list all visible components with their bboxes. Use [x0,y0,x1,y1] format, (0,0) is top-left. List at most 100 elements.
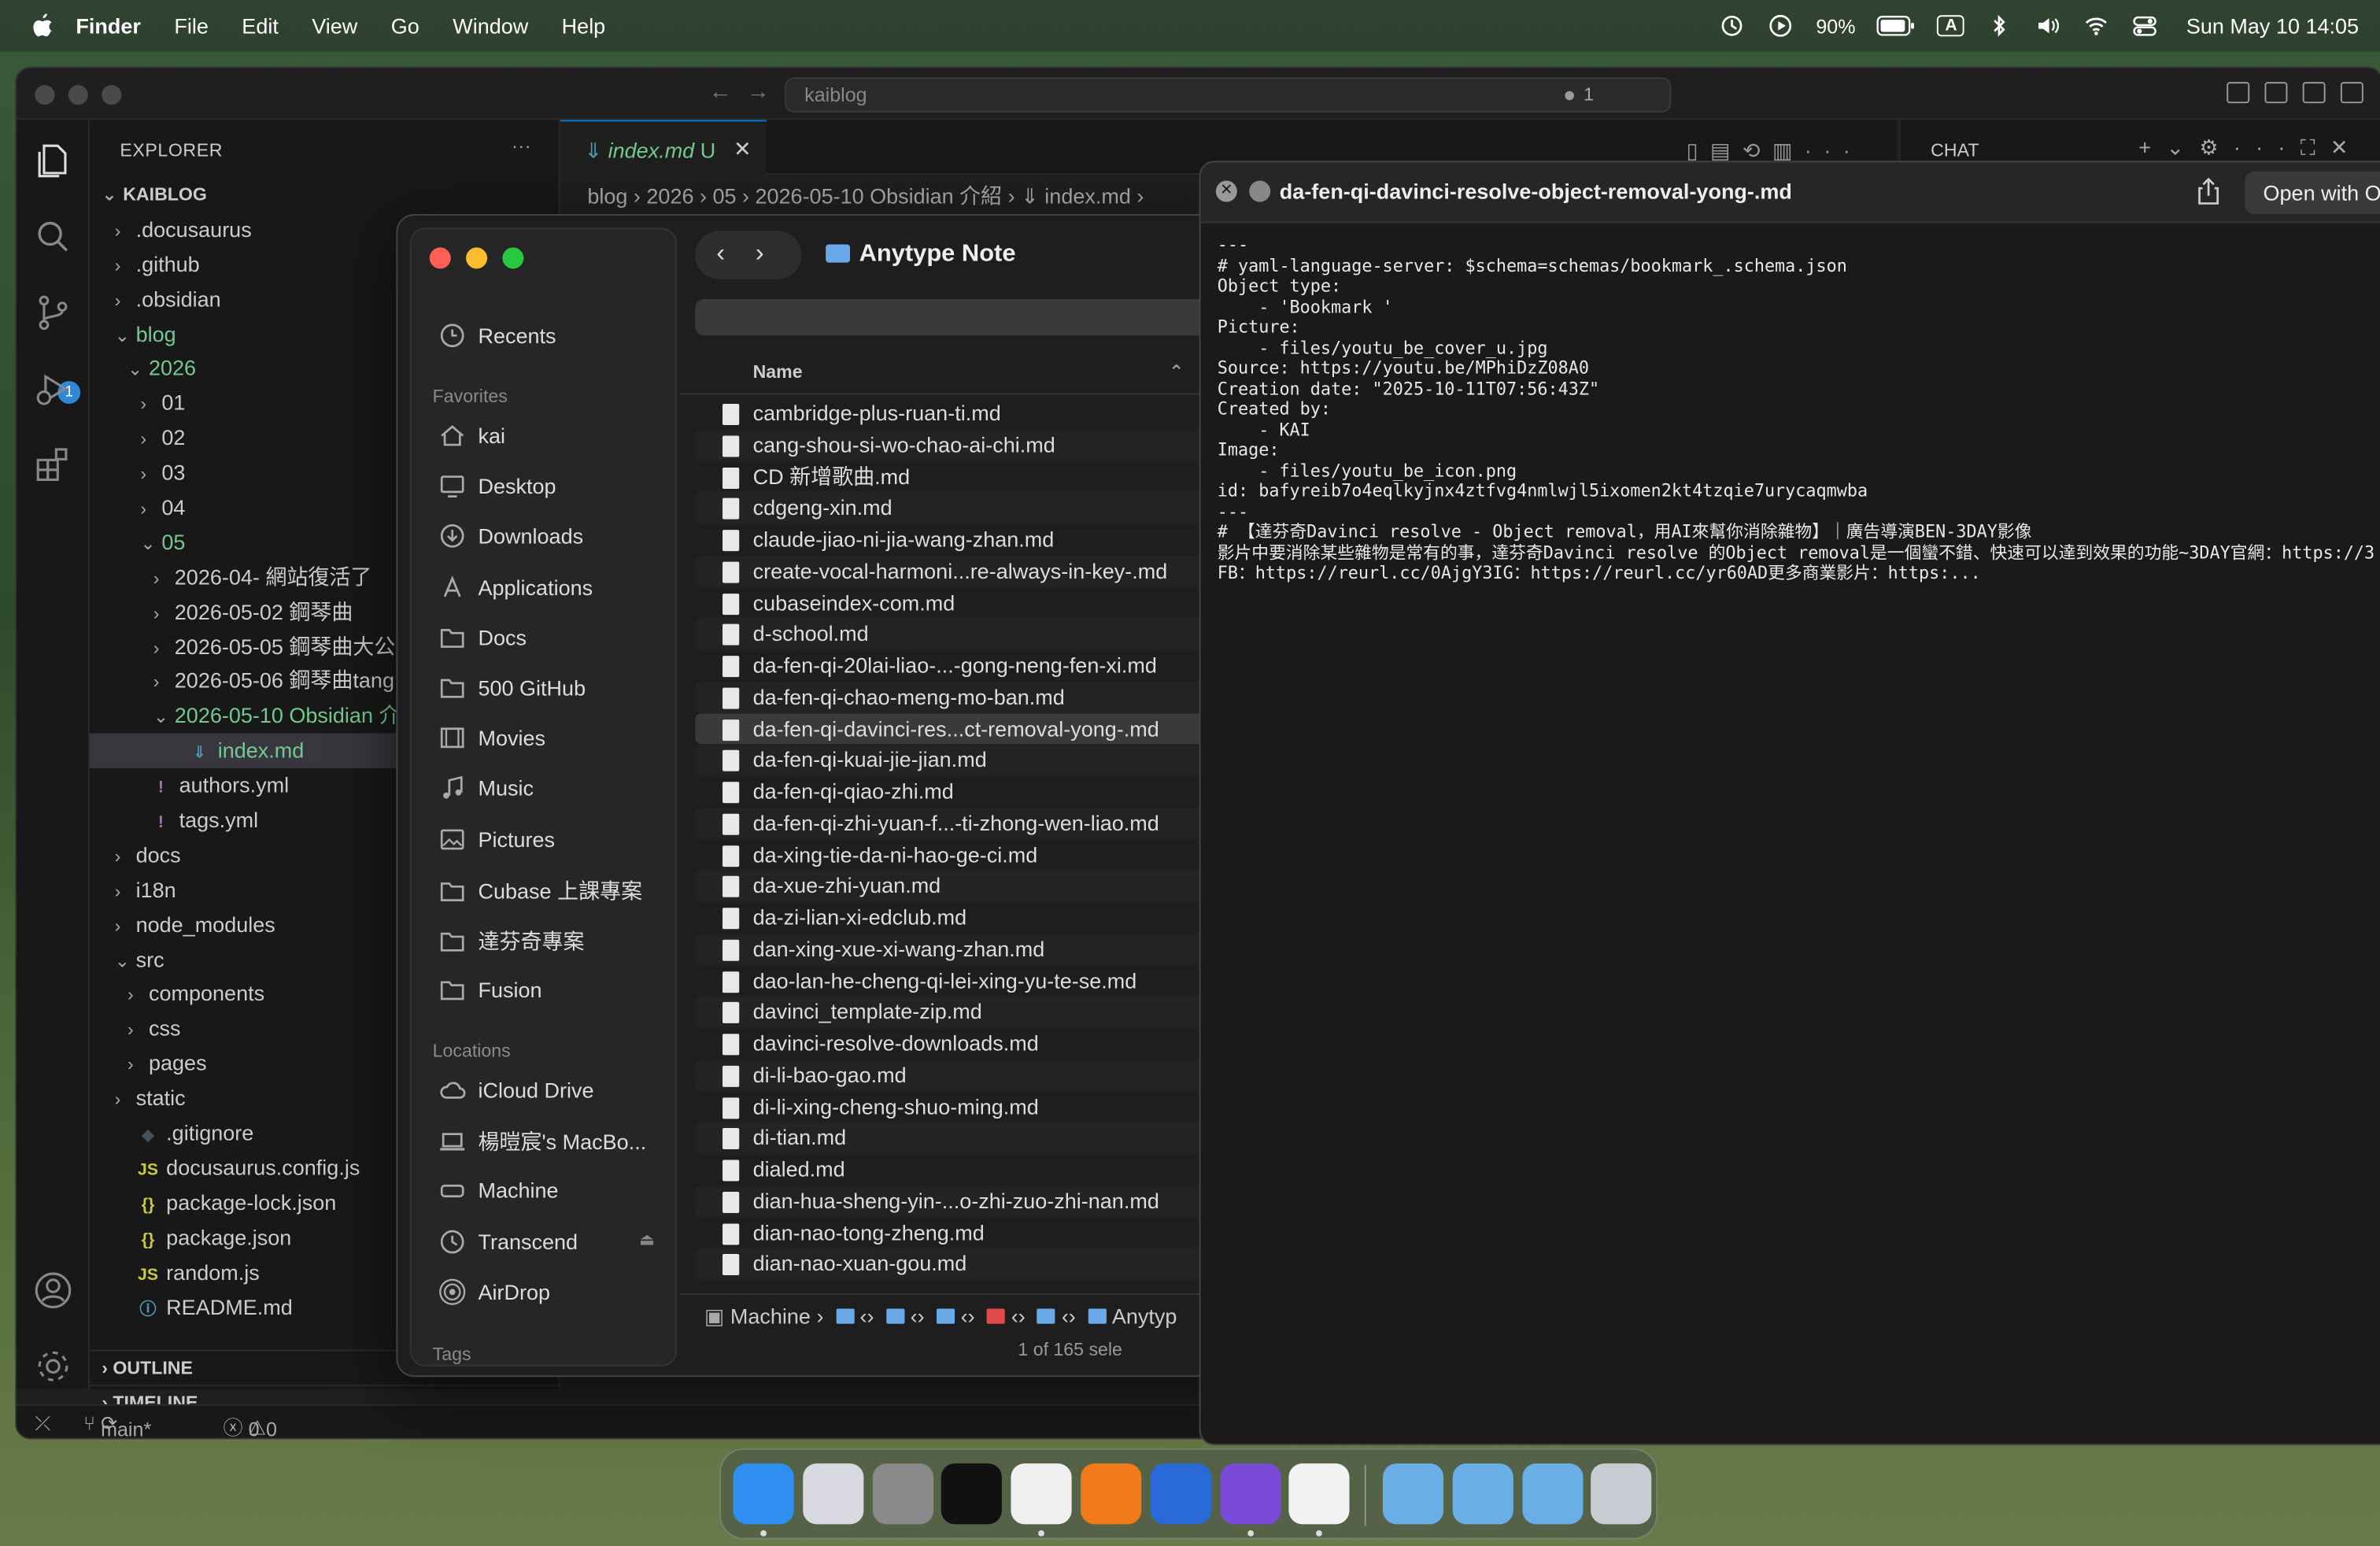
path-folder-icon[interactable] [885,1308,904,1324]
dock-keynote-icon[interactable] [1150,1463,1211,1525]
path-segment-current[interactable]: Anytyp [1112,1304,1177,1329]
dock-launchpad-icon[interactable] [802,1463,863,1525]
toggle-panel-icon[interactable] [2302,82,2326,104]
path-segment-machine[interactable]: Machine [730,1304,811,1329]
sidebar-item-machine[interactable]: Machine [438,1177,559,1204]
file-row[interactable]: dao-lan-he-cheng-qi-lei-xing-yu-te-se.md [695,965,1244,997]
command-center-search[interactable]: kaiblog 1 [785,77,1672,113]
menu-help[interactable]: Help [562,13,606,38]
file-row[interactable]: da-fen-qi-davinci-res...ct-removal-yong-… [695,712,1245,745]
file-row[interactable]: claude-jiao-ni-jia-wang-zhan.md [695,523,1244,555]
finder-zoom-button[interactable] [502,247,524,269]
sidebar-item-downloads[interactable]: Downloads [438,523,583,550]
path-folder-icon[interactable] [1037,1308,1056,1324]
file-row[interactable]: cubaseindex-com.md [695,586,1244,618]
sidebar-item-icloud-drive[interactable]: iCloud Drive [438,1076,594,1104]
dock-vscode-icon[interactable] [1289,1463,1351,1525]
file-row[interactable]: da-xing-tie-da-ni-hao-ge-ci.md [695,839,1244,871]
remote-icon[interactable]: ⤫ [35,1412,50,1437]
quicklook-fullscreen-button[interactable] [1249,180,1271,202]
file-row[interactable]: dian-nao-tong-zheng.md [695,1217,1244,1248]
account-icon[interactable] [33,1270,72,1310]
menu-file[interactable]: File [174,13,209,38]
sidebar-item-airdrop[interactable]: AirDrop [438,1278,550,1305]
file-row[interactable]: da-zi-lian-xi-edclub.md [695,902,1244,934]
battery-icon[interactable] [1877,12,1916,39]
file-row[interactable]: dan-xing-xue-xi-wang-zhan.md [695,933,1245,965]
search-icon[interactable] [33,217,72,257]
menu-app-finder[interactable]: Finder [76,13,141,38]
control-center-icon[interactable] [2131,12,2159,39]
tree-folder[interactable]: ⌄ KAIBLOG [90,178,559,213]
path-folder-icon[interactable] [936,1308,955,1324]
sidebar-item-transcend[interactable]: Transcend [438,1227,578,1255]
dock-documents-folder-icon[interactable] [1452,1463,1513,1525]
path-folder-icon[interactable] [835,1308,854,1324]
bluetooth-icon[interactable] [1986,12,2013,39]
back-forward-buttons[interactable]: ‹› [695,231,802,279]
sidebar-item-cubase[interactable]: Cubase 上課專案 [438,875,642,906]
dock-pages-icon[interactable] [1081,1463,1142,1525]
nav-arrows[interactable]: ←→ [709,79,785,105]
sidebar-item-500-github[interactable]: 500 GitHub [438,674,586,701]
file-row[interactable]: d-school.md [695,618,1245,650]
file-row[interactable]: da-fen-qi-zhi-yuan-f...-ti-zhong-wen-lia… [695,807,1245,839]
file-row[interactable]: dian-nao-xuan-gou.md [695,1248,1245,1280]
dock-finder-icon[interactable] [733,1463,794,1525]
sidebar-item-pictures[interactable]: Pictures [438,825,555,853]
dock-brave-icon[interactable] [1011,1463,1072,1525]
sidebar-item-music[interactable]: Music [438,775,534,802]
quicklook-close-button[interactable]: ✕ [1215,180,1237,202]
close-window-button[interactable] [35,85,55,105]
settings-gear-icon[interactable] [33,1347,72,1386]
file-row[interactable]: create-vocal-harmoni...re-always-in-key-… [695,555,1245,587]
file-row[interactable]: davinci_template-zip.md [695,996,1245,1028]
play-icon[interactable] [1768,12,1795,39]
close-tab-icon[interactable]: ✕ [734,137,752,163]
editor-actions[interactable]: ▯▤⟲▥··· [1687,139,1863,165]
branch-indicator[interactable]: ⑂ main* ⟳ [83,1412,151,1438]
dock-downloads-folder-icon[interactable] [1521,1463,1583,1525]
file-row[interactable]: da-fen-qi-kuai-jie-jian.md [695,744,1245,776]
sidebar-item-movies[interactable]: Movies [438,724,545,752]
wifi-icon[interactable] [2083,12,2111,39]
file-row[interactable]: cang-shou-si-wo-chao-ai-chi.md [695,429,1245,461]
column-header-name[interactable]: Name ⌃ [680,352,1245,395]
path-folder-icon[interactable] [1088,1308,1107,1324]
file-row[interactable]: da-xue-zhi-yuan.md [695,870,1245,902]
menu-view[interactable]: View [312,13,357,38]
dock-github-desktop-icon[interactable] [1219,1463,1281,1525]
menu-clock[interactable]: Sun May 10 14:05 [2186,13,2359,38]
menu-edit[interactable]: Edit [242,13,279,38]
finder-close-button[interactable] [429,247,451,269]
file-row[interactable]: da-fen-qi-qiao-zhi.md [695,776,1244,808]
source-control-icon[interactable] [33,293,72,332]
share-icon[interactable] [2197,177,2221,205]
volume-icon[interactable] [2034,12,2062,39]
file-row[interactable]: davinci-resolve-downloads.md [695,1028,1244,1060]
file-row[interactable]: di-li-xing-cheng-shuo-ming.md [695,1091,1244,1123]
file-row[interactable]: di-tian.md [695,1122,1245,1154]
file-row[interactable]: cambridge-plus-ruan-ti.md [695,398,1244,429]
toggle-primary-sidebar-icon[interactable] [2264,82,2288,104]
explorer-more-icon[interactable]: ··· [512,135,531,157]
dock-ai-app-icon[interactable] [941,1463,1003,1525]
file-row[interactable]: dialed.md [695,1154,1244,1185]
explorer-files-icon[interactable] [33,141,72,180]
toggle-secondary-sidebar-icon[interactable] [2340,82,2363,104]
minimize-window-button[interactable] [68,85,88,105]
file-row[interactable]: CD 新增歌曲.md [695,460,1244,492]
sidebar-item-desktop[interactable]: Desktop [438,472,556,500]
run-debug-icon[interactable] [33,369,72,409]
apple-menu-icon[interactable] [31,12,55,39]
path-folder-icon[interactable] [986,1308,1006,1324]
menu-window[interactable]: Window [453,13,528,38]
file-row[interactable]: da-fen-qi-20lai-liao-...-gong-neng-fen-x… [695,649,1244,681]
sidebar-item-kai[interactable]: kai [438,422,505,449]
sidebar-item-applications[interactable]: Applications [438,573,593,601]
file-row[interactable]: dian-hua-sheng-yin-...o-zhi-zuo-zhi-nan.… [695,1185,1245,1217]
eject-icon[interactable]: ⏏ [639,1230,655,1249]
file-row[interactable]: di-li-bao-gao.md [695,1059,1245,1091]
extensions-icon[interactable] [33,445,72,484]
dock-trash-icon[interactable] [1591,1463,1653,1525]
